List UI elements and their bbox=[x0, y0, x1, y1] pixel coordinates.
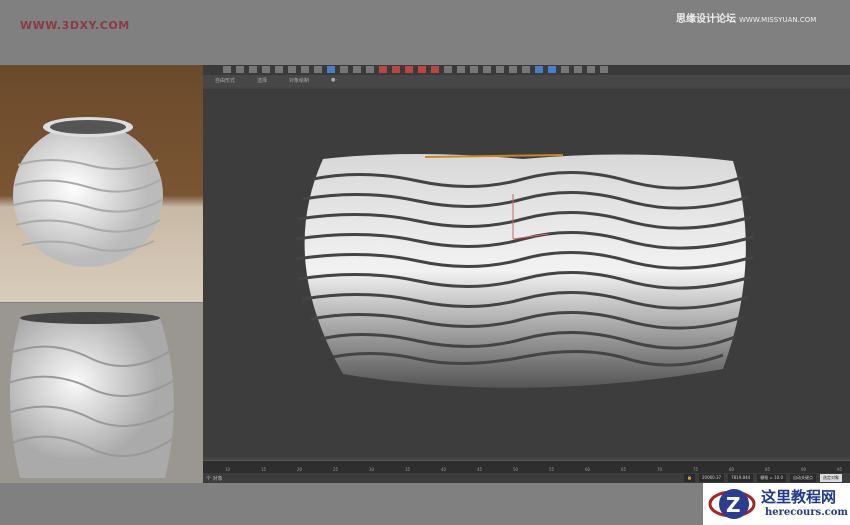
grid-readout: 栅格 = 10.0 bbox=[757, 474, 786, 482]
3dsmax-window: 自由形式 选择 对象绘制 ●· 10 15 20 25 30 35 40 45 … bbox=[203, 65, 850, 483]
tick-label: 85 bbox=[765, 467, 771, 472]
tick-label: 15 bbox=[261, 467, 267, 472]
tab-selection[interactable]: 选择 bbox=[257, 77, 267, 85]
logo-title: 这里教程网 bbox=[761, 488, 837, 506]
tick-label: 50 bbox=[513, 467, 519, 472]
watermark-missyuan: 思缘设计论坛 WWW.MISSYUAN.COM bbox=[676, 10, 816, 25]
tick-label: 80 bbox=[729, 467, 735, 472]
selection-count: 个 对象 bbox=[206, 476, 223, 482]
tick-label: 25 bbox=[333, 467, 339, 472]
ribbon-tabs: 自由形式 选择 对象绘制 ●· bbox=[203, 75, 850, 87]
tick-label: 65 bbox=[621, 467, 627, 472]
lock-icon[interactable]: 🔒 bbox=[684, 474, 695, 482]
status-bar: 个 对象 🔒 20060.37 7819.844 栅格 = 10.0 自动关键点… bbox=[203, 473, 850, 483]
y-coordinate-field[interactable]: 7819.844 bbox=[728, 474, 754, 482]
perspective-viewport[interactable] bbox=[203, 89, 850, 457]
watermark-cn: 思缘设计论坛 bbox=[676, 14, 736, 25]
logo-url: herecours.com bbox=[765, 507, 849, 518]
tick-label: 55 bbox=[549, 467, 555, 472]
tick-label: 20 bbox=[297, 467, 303, 472]
tick-label: 95 bbox=[837, 467, 843, 472]
herecours-logo: Z 这里教程网 herecours.com bbox=[703, 483, 850, 525]
watermark-url: WWW.MISSYUAN.COM bbox=[739, 16, 817, 24]
tick-label: 90 bbox=[801, 467, 807, 472]
main-toolbar[interactable] bbox=[203, 65, 850, 75]
reference-photo-vase-2 bbox=[0, 303, 203, 483]
auto-key-button[interactable]: 自动关键点 bbox=[790, 474, 816, 482]
timeline-ruler[interactable]: 10 15 20 25 30 35 40 45 50 55 60 65 70 7… bbox=[203, 460, 850, 473]
selected-dropdown[interactable]: 选定对象 bbox=[820, 474, 842, 482]
reference-photo-vase-1 bbox=[0, 65, 203, 302]
tick-label: 60 bbox=[585, 467, 591, 472]
tick-label: 45 bbox=[477, 467, 483, 472]
logo-z-icon: Z bbox=[708, 489, 756, 519]
tick-label: 75 bbox=[693, 467, 699, 472]
tick-label: 30 bbox=[369, 467, 375, 472]
vase-model bbox=[295, 154, 754, 388]
tick-label: 10 bbox=[225, 467, 231, 472]
eye-icon[interactable]: ●· bbox=[331, 77, 337, 85]
svg-text:Z: Z bbox=[726, 493, 741, 517]
tab-object-paint[interactable]: 对象绘制 bbox=[289, 77, 309, 85]
tick-label: 35 bbox=[405, 467, 411, 472]
tab-freeform[interactable]: 自由形式 bbox=[215, 77, 235, 85]
tick-label: 40 bbox=[441, 467, 447, 472]
tick-label: 70 bbox=[657, 467, 663, 472]
x-coordinate-field[interactable]: 20060.37 bbox=[699, 474, 725, 482]
watermark-3dxy: WWW.3DXY.COM bbox=[20, 19, 130, 32]
